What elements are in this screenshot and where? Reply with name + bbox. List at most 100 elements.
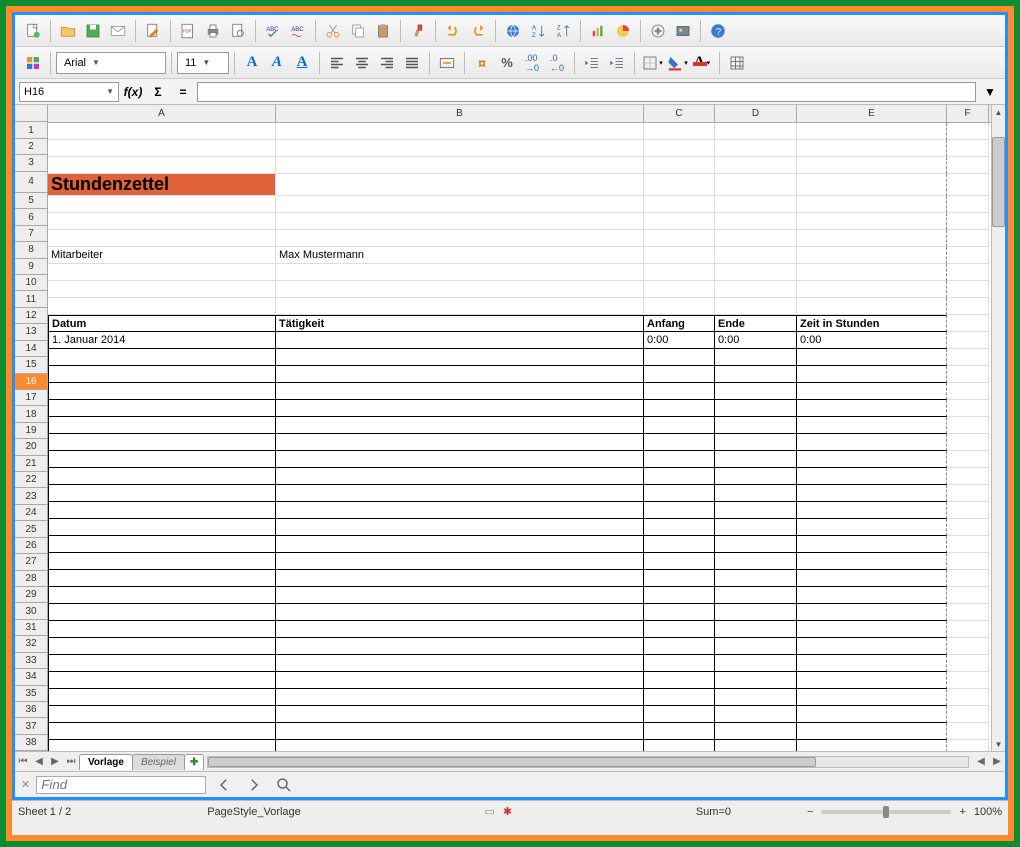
cell[interactable] [48,383,276,400]
cell[interactable] [947,349,989,366]
tab-nav-next[interactable]: ▶ [47,754,63,770]
cell[interactable] [947,196,989,213]
new-doc-button[interactable] [21,19,45,43]
styles-button[interactable] [21,51,45,75]
cell-reference-input[interactable]: H16 ▼ [19,82,119,102]
cell[interactable] [48,157,276,174]
tab-nav-last[interactable]: ⏭ [63,754,79,770]
cell[interactable] [48,400,276,417]
cell[interactable] [48,140,276,157]
cell[interactable] [48,230,276,247]
scroll-up-button[interactable]: ▲ [992,105,1005,119]
cell[interactable] [48,349,276,366]
cell[interactable] [947,298,989,315]
cell[interactable] [797,298,947,315]
row-header-28[interactable]: 28 [15,571,47,587]
cell[interactable] [715,196,797,213]
font-color-button[interactable]: A▾ [690,51,714,75]
cell[interactable] [644,434,715,451]
formula-expand-button[interactable]: ▼ [979,82,1001,102]
cell[interactable] [644,264,715,281]
cell[interactable] [715,570,797,587]
bg-color-button[interactable]: ▾ [665,51,689,75]
cell[interactable] [797,468,947,485]
align-center-button[interactable] [350,51,374,75]
cell[interactable] [48,689,276,706]
cell[interactable] [48,587,276,604]
cell[interactable] [644,723,715,740]
table-header-A[interactable]: Datum [48,315,276,332]
cell[interactable] [797,689,947,706]
cell[interactable] [48,196,276,213]
cell[interactable] [797,655,947,672]
currency-button[interactable]: ¤ [470,51,494,75]
cell[interactable]: 1. Januar 2014 [48,332,276,349]
cell[interactable] [797,230,947,247]
cell[interactable] [644,400,715,417]
paste-button[interactable] [371,19,395,43]
cell[interactable] [947,570,989,587]
sort-asc-button[interactable]: AZ [526,19,550,43]
cell[interactable] [644,468,715,485]
cell[interactable] [947,621,989,638]
zoom-in-button[interactable]: + [959,806,965,818]
cell[interactable] [947,264,989,281]
cell[interactable] [715,587,797,604]
align-left-button[interactable] [325,51,349,75]
cell[interactable] [644,123,715,140]
cell[interactable] [644,604,715,621]
cell[interactable] [644,621,715,638]
cell[interactable] [797,157,947,174]
email-button[interactable] [106,19,130,43]
row-header-15[interactable]: 15 [15,357,47,373]
row-header-36[interactable]: 36 [15,702,47,718]
row-header-30[interactable]: 30 [15,603,47,619]
cell[interactable] [797,140,947,157]
row-header-10[interactable]: 10 [15,275,47,291]
cell[interactable] [715,417,797,434]
row-header-35[interactable]: 35 [15,686,47,702]
cell[interactable] [48,468,276,485]
cell[interactable] [48,638,276,655]
cell[interactable] [797,196,947,213]
cell[interactable] [276,123,644,140]
cell[interactable] [797,604,947,621]
row-header-18[interactable]: 18 [15,406,47,422]
cell[interactable] [715,604,797,621]
cell[interactable] [644,417,715,434]
hscroll-right[interactable]: ▶ [989,754,1005,770]
italic-button[interactable]: A [265,51,289,75]
cell[interactable] [276,230,644,247]
cell[interactable] [715,400,797,417]
cell[interactable] [644,638,715,655]
cell[interactable] [644,281,715,298]
cell[interactable] [276,706,644,723]
cell[interactable] [644,174,715,196]
cell[interactable] [947,366,989,383]
cell[interactable] [715,366,797,383]
cell[interactable] [276,587,644,604]
cell[interactable] [48,740,276,751]
row-header-13[interactable]: 13 [15,324,47,340]
function-wizard-button[interactable]: f(x) [122,82,144,102]
cell[interactable] [48,536,276,553]
cell[interactable] [947,247,989,264]
cell[interactable] [644,298,715,315]
cell[interactable] [947,315,989,332]
cell[interactable] [276,434,644,451]
row-header-25[interactable]: 25 [15,521,47,537]
percent-button[interactable]: % [495,51,519,75]
cell[interactable] [947,740,989,751]
cell[interactable] [947,672,989,689]
column-header-A[interactable]: A [48,105,276,122]
undo-button[interactable] [441,19,465,43]
cell[interactable] [797,570,947,587]
row-header-1[interactable]: 1 [15,122,47,138]
cell[interactable] [715,485,797,502]
cell[interactable] [276,570,644,587]
cell[interactable] [797,553,947,570]
row-header-11[interactable]: 11 [15,291,47,307]
cell[interactable] [276,536,644,553]
cell-employee-label[interactable]: Mitarbeiter [48,247,276,264]
cell[interactable] [947,502,989,519]
